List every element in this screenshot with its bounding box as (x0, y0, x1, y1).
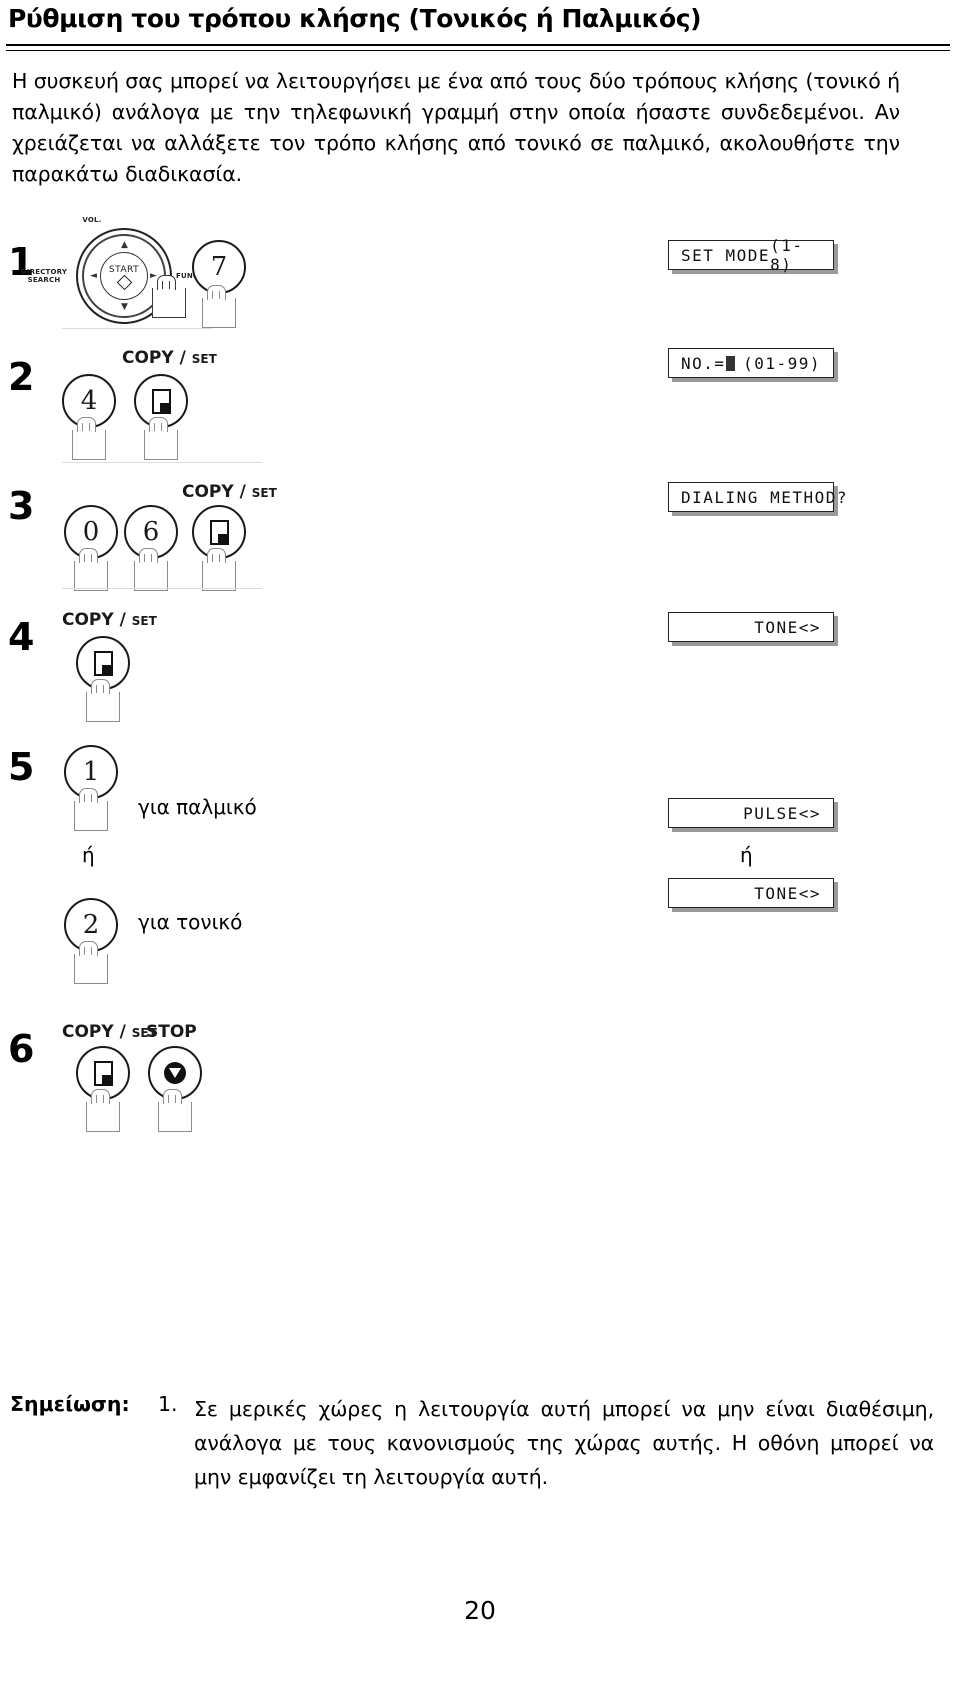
document-icon (151, 388, 171, 414)
panel-divider (62, 462, 262, 463)
pressing-hand-icon (74, 788, 108, 831)
lcd-display-tone: TONE<> (668, 878, 834, 908)
copy-label: COPY (182, 482, 234, 502)
dial-right-arrow-icon: ► (150, 271, 157, 281)
start-diamond-icon (116, 274, 132, 290)
pressing-hand-icon (158, 1089, 192, 1132)
note-label: Σημείωση: (10, 1392, 130, 1416)
copy-set-label: COPY / SET (122, 348, 217, 368)
page-title: Ρύθμιση του τρόπου κλήσης (Τονικός ή Παλ… (8, 4, 702, 33)
panel-divider (62, 588, 262, 589)
step-3-number: 3 (8, 484, 35, 528)
lcd-text-left: SET MODE (681, 245, 771, 265)
pressing-hand-icon (202, 548, 236, 591)
pressing-hand-icon (202, 285, 236, 328)
lcd-text-right: TONE<> (754, 617, 821, 637)
panel-divider (62, 328, 212, 329)
title-divider (6, 44, 950, 51)
stop-icon (164, 1062, 186, 1084)
caption-or-left: ή (82, 843, 95, 867)
set-label: SET (191, 352, 217, 366)
pressing-hand-icon (144, 417, 178, 460)
lcd-display-step-3: DIALING METHOD? (668, 482, 847, 512)
step-2-number: 2 (8, 355, 35, 399)
lcd-display-step-4: TONE<> (668, 612, 834, 642)
pressing-hand-icon (86, 1089, 120, 1132)
pressing-hand-icon (152, 275, 186, 318)
document-icon (93, 1060, 113, 1086)
copy-set-label: COPY / SET (62, 1022, 157, 1042)
note-body: Σε μερικές χώρες η λειτουργία αυτή μπορε… (194, 1397, 934, 1489)
step-6-number: 6 (8, 1027, 35, 1071)
copy-set-label: COPY / SET (182, 482, 277, 502)
document-page: Ρύθμιση του τρόπου κλήσης (Τονικός ή Παλ… (0, 0, 960, 1682)
caption-or-right: ή (740, 843, 753, 867)
step-4-number: 4 (8, 615, 35, 659)
caption-pulse: για παλμικό (138, 795, 257, 819)
lcd-cursor-icon (725, 355, 735, 371)
stop-label-wrap: STOP (146, 1022, 197, 1042)
document-icon (209, 519, 229, 545)
dial-left-arrow-icon: ◄ (90, 271, 97, 281)
lcd-display-step-1: SET MODE (1-8) (668, 236, 834, 274)
copy-label: COPY (62, 610, 114, 630)
lcd-text-left: NO.= (681, 353, 726, 373)
pressing-hand-icon (74, 548, 108, 591)
pressing-hand-icon (72, 417, 106, 460)
pressing-hand-icon (134, 548, 168, 591)
pressing-hand-icon (86, 679, 120, 722)
page-number: 20 (464, 1596, 496, 1625)
set-label: SET (251, 486, 277, 500)
lcd-display-pulse: PULSE<> (668, 798, 834, 828)
volume-label: VOL. (82, 216, 102, 224)
step-5-number: 5 (8, 745, 35, 789)
document-icon (93, 650, 113, 676)
lcd-text-right: TONE<> (754, 883, 821, 903)
intro-paragraph: Η συσκευή σας μπορεί να λειτουργήσει με … (12, 69, 900, 186)
caption-tone: για τονικό (138, 910, 243, 934)
lcd-text-right: PULSE<> (743, 803, 821, 823)
lcd-text-left: DIALING METHOD? (681, 487, 848, 507)
dial-down-arrow-icon: ▼ (121, 302, 128, 312)
stop-label: STOP (146, 1022, 197, 1042)
pressing-hand-icon (74, 941, 108, 984)
start-button[interactable]: START (100, 252, 148, 300)
set-label: SET (131, 614, 157, 628)
dial-up-arrow-icon: ▲ (121, 240, 128, 250)
start-label: START (108, 264, 140, 275)
copy-label: COPY (122, 348, 174, 368)
copy-set-label: COPY / SET (62, 610, 157, 630)
lcd-text-right: (01-99) (743, 353, 821, 373)
directory-search-label: DIRECTORY SEARCH (20, 268, 68, 284)
note-index: 1. (158, 1392, 178, 1416)
copy-label: COPY (62, 1022, 114, 1042)
lcd-display-step-2: NO.= (01-99) (668, 348, 834, 378)
lcd-text-right: (1-8) (770, 236, 804, 274)
